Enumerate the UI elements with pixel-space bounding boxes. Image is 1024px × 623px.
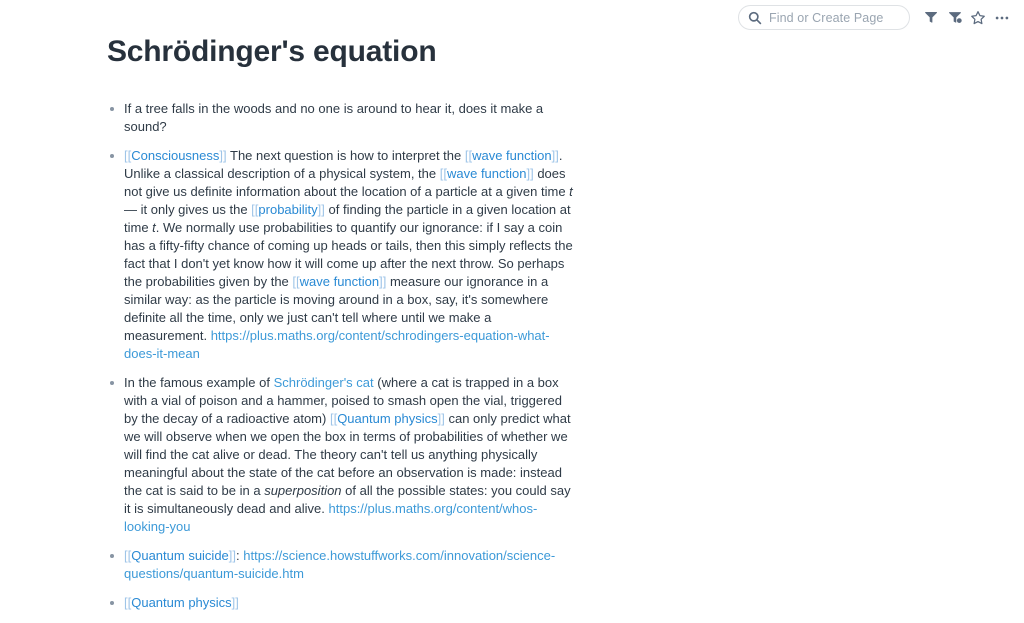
linked-references-icon[interactable] [942, 6, 966, 30]
text-run: In the famous example of [124, 375, 274, 390]
emphasis-text: superposition [264, 483, 342, 498]
toolbar-icon-group [918, 6, 1014, 30]
wikilink-bracket: ]] [317, 202, 325, 217]
page-title[interactable]: Schrödinger's equation [107, 0, 740, 71]
text-run: The next question is how to interpret th… [226, 148, 465, 163]
wikilink[interactable]: Quantum physics [337, 411, 437, 426]
search-icon [748, 11, 762, 25]
wikilink-bracket: ]] [219, 148, 227, 163]
wikilink[interactable]: probability [258, 202, 317, 217]
wikilink[interactable]: wave function [300, 274, 380, 289]
bullet-list: If a tree falls in the woods and no one … [107, 100, 740, 612]
page-link[interactable]: Schrödinger's cat [274, 375, 374, 390]
page-content: Schrödinger's equation If a tree falls i… [0, 0, 740, 623]
search-input[interactable]: Find or Create Page [738, 5, 910, 30]
wikilink-bracket: ]] [526, 166, 534, 181]
bullet-item[interactable]: [[Quantum physics]] [107, 594, 574, 612]
text-run: If a tree falls in the woods and no one … [124, 101, 544, 134]
text-run: — it only gives us the [124, 202, 252, 217]
search-placeholder-text: Find or Create Page [769, 10, 884, 25]
wikilink-bracket: [[ [292, 274, 300, 289]
more-options-icon[interactable] [990, 6, 1014, 30]
wikilink-bracket: ]] [231, 595, 239, 610]
wikilink[interactable]: wave function [447, 166, 527, 181]
wikilink-bracket: [[ [464, 148, 473, 163]
star-icon[interactable] [966, 6, 990, 30]
wikilink-bracket: ]] [228, 548, 237, 563]
wikilink[interactable]: Quantum physics [131, 595, 231, 610]
bullet-item[interactable]: If a tree falls in the woods and no one … [107, 100, 574, 136]
wikilink-bracket: [[ [439, 166, 447, 181]
bullet-item[interactable]: In the famous example of Schrödinger's c… [107, 374, 574, 536]
bullet-item[interactable]: [[Quantum suicide]]: https://science.how… [107, 547, 574, 583]
wikilink[interactable]: wave function [472, 148, 552, 163]
emphasis-text: t [569, 184, 573, 199]
wikilink[interactable]: Consciousness [131, 148, 219, 163]
wikilink[interactable]: Quantum suicide [131, 548, 229, 563]
wikilink-bracket: ]] [551, 148, 559, 163]
bullet-item[interactable]: [[ Consciousness]] The next question is h… [107, 147, 574, 363]
filter-icon[interactable] [918, 6, 942, 30]
wikilink-bracket: ]] [437, 411, 445, 426]
